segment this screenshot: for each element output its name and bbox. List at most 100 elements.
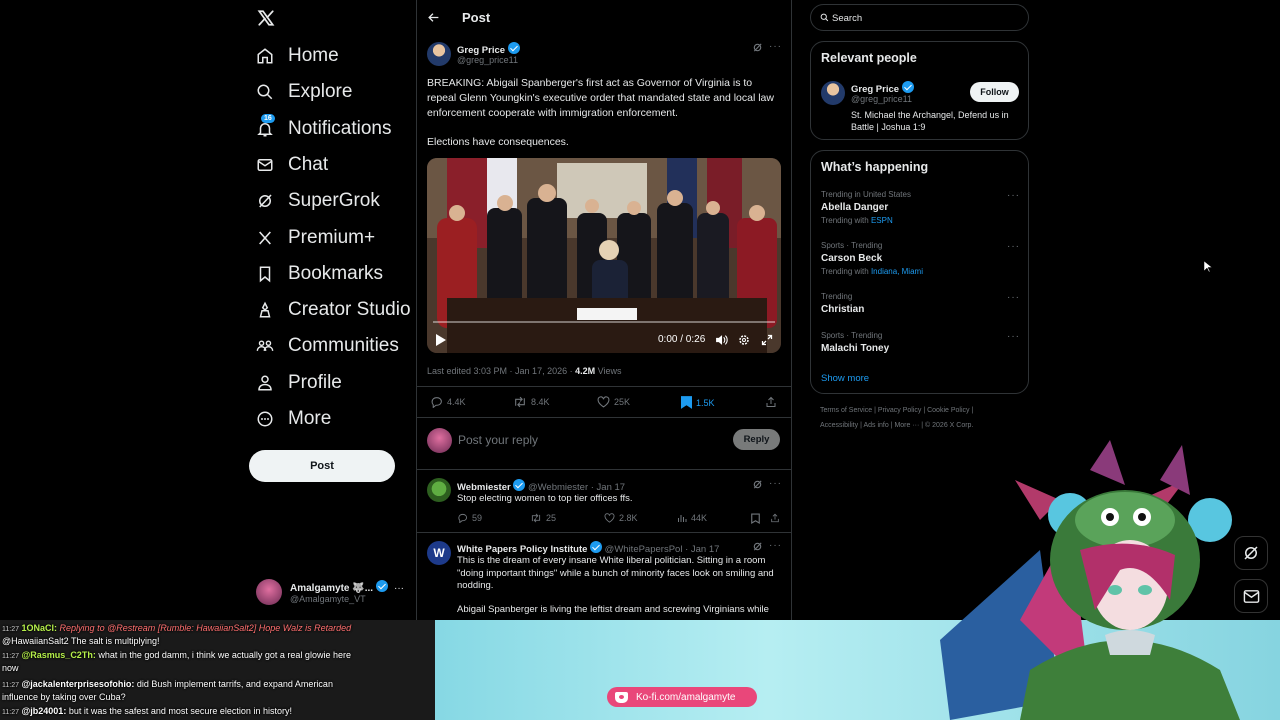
mail-icon — [1243, 589, 1260, 604]
sidebar-item-profile[interactable]: Profile — [256, 365, 342, 401]
search-input[interactable]: Search — [832, 13, 862, 24]
sidebar-item-creator-studio[interactable]: Creator Studio — [256, 292, 411, 328]
video-player[interactable]: 0:00 / 0:26 — [427, 158, 781, 353]
like-action[interactable]: 25K — [597, 396, 630, 408]
fullscreen-icon[interactable] — [761, 334, 773, 346]
sidebar-item-more[interactable]: More — [256, 401, 331, 437]
more-options-icon[interactable]: ··· — [769, 41, 782, 52]
sidebar-item-label: Premium+ — [288, 227, 376, 248]
play-icon[interactable] — [436, 334, 446, 346]
views-count: 44K — [691, 513, 708, 523]
heart-icon — [597, 396, 610, 408]
post-button[interactable]: Post — [249, 450, 395, 482]
grok-icon[interactable] — [752, 479, 763, 490]
volume-icon[interactable] — [715, 334, 728, 346]
like-action[interactable]: 2.8K — [604, 513, 638, 523]
chat-user: 1ONaCl: — [21, 623, 58, 633]
share-icon[interactable] — [770, 513, 780, 523]
sidebar-item-chat[interactable]: Chat — [256, 147, 328, 183]
sidebar-item-communities[interactable]: Communities — [256, 328, 399, 364]
avatar — [256, 579, 282, 605]
account-switcher[interactable]: Amalgamyte 🐺... @Amalgamyte_VT ··· — [256, 577, 406, 609]
trend-item[interactable]: Sports · Trending Malachi Toney — [821, 331, 1021, 354]
reply-action[interactable]: 4.4K — [430, 396, 466, 408]
more-options-icon[interactable]: ··· — [1007, 241, 1020, 252]
kofi-badge[interactable]: Ko-fi.com/amalgamyte — [607, 687, 757, 707]
reply-count: 4.4K — [447, 397, 466, 407]
reply-author[interactable]: Webmiester — [457, 482, 511, 493]
reply-text: This is the dream of every insane White … — [457, 555, 774, 591]
grok-icon[interactable] — [752, 541, 763, 552]
home-icon — [256, 47, 274, 65]
more-options-icon[interactable]: ··· — [769, 540, 782, 551]
more-options-icon[interactable]: ··· — [1007, 190, 1020, 201]
sidebar-item-home[interactable]: Home — [256, 38, 339, 74]
person-handle[interactable]: @greg_price11 — [851, 94, 912, 104]
views-label: Views — [595, 366, 622, 376]
grok-icon[interactable] — [752, 42, 763, 53]
sidebar-item-label: Notifications — [288, 118, 392, 139]
settings-gear-icon[interactable] — [738, 334, 750, 346]
repost-action[interactable]: 8.4K — [513, 396, 550, 408]
show-more-link[interactable]: Show more — [821, 373, 869, 384]
verified-icon — [507, 42, 520, 54]
person-avatar[interactable] — [821, 81, 845, 105]
video-progress-bar[interactable] — [433, 321, 775, 323]
sidebar-item-notifications[interactable]: 16 Notifications — [256, 111, 392, 147]
trend-sub: Trending with — [821, 267, 871, 276]
repost-count: 8.4K — [531, 397, 550, 407]
sidebar-item-premium[interactable]: Premium+ — [256, 220, 375, 256]
follow-button[interactable]: Follow — [970, 82, 1019, 102]
bell-icon: 16 — [256, 114, 275, 138]
verified-icon — [590, 541, 603, 553]
sidebar-item-supergrok[interactable]: SuperGrok — [256, 183, 380, 219]
messages-floating-button[interactable] — [1234, 579, 1268, 613]
trend-item[interactable]: Sports · Trending Carson Beck Trending w… — [821, 241, 1021, 276]
section-title: Relevant people — [821, 51, 917, 65]
more-options-icon[interactable]: ··· — [1007, 331, 1020, 342]
reply-input[interactable]: Post your reply — [458, 433, 538, 447]
footer-links[interactable]: Terms of Service | Privacy Policy | Cook… — [820, 407, 973, 414]
like-count: 2.8K — [619, 513, 638, 523]
grok-floating-button[interactable] — [1234, 536, 1268, 570]
trend-link[interactable]: Indiana, Miami — [871, 267, 923, 276]
reply-text: Stop electing women to top tier offices … — [457, 493, 633, 504]
reply-button[interactable]: Reply — [733, 429, 780, 450]
bookmark-action[interactable]: 1.5K — [681, 396, 715, 409]
author-handle[interactable]: @greg_price11 — [457, 55, 518, 65]
sidebar-item-bookmarks[interactable]: Bookmarks — [256, 256, 383, 292]
heart-icon — [604, 513, 615, 523]
reply-handle[interactable]: @WhitePapersPol · Jan 17 — [605, 544, 720, 555]
more-options-icon[interactable]: ··· — [769, 478, 782, 489]
trend-item[interactable]: Trending in United States Abella Danger … — [821, 190, 1021, 225]
chat-text: but it was the safest and most secure el… — [68, 706, 292, 716]
reply-avatar[interactable]: W — [427, 541, 451, 565]
reply-text-2: Abigail Spanberger is living the leftist… — [457, 604, 769, 615]
reply-handle[interactable]: @Webmiester · Jan 17 — [528, 482, 625, 493]
trend-item[interactable]: Trending Christian — [821, 292, 1021, 315]
search-box[interactable]: Search — [810, 4, 1029, 31]
my-avatar — [427, 428, 452, 453]
more-dots-icon[interactable]: ··· — [394, 583, 404, 594]
chat-text: what in the god damm, i think we actuall… — [98, 650, 351, 660]
sidebar-item-explore[interactable]: Explore — [256, 74, 352, 110]
account-name: Amalgamyte 🐺... — [290, 583, 374, 594]
chat-time: 11:27 — [2, 626, 19, 633]
search-icon — [820, 13, 829, 22]
video-time: 0:00 / 0:26 — [658, 334, 706, 345]
x-logo-icon[interactable] — [257, 9, 275, 27]
bookmark-icon[interactable] — [751, 513, 760, 524]
repost-action[interactable]: 25 — [530, 513, 556, 523]
trend-link[interactable]: ESPN — [871, 216, 893, 225]
search-icon — [256, 83, 274, 101]
reply-avatar[interactable] — [427, 478, 451, 502]
reply-author[interactable]: White Papers Policy Institute — [457, 544, 587, 555]
author-avatar[interactable] — [427, 42, 451, 66]
views-action[interactable]: 44K — [677, 513, 707, 523]
back-arrow-icon[interactable] — [427, 11, 440, 24]
trend-title: Carson Beck — [821, 253, 883, 264]
more-options-icon[interactable]: ··· — [1007, 292, 1020, 303]
share-icon[interactable] — [765, 396, 777, 408]
footer-links-2[interactable]: Accessibility | Ads info | More ··· | © … — [820, 422, 973, 429]
reply-action[interactable]: 59 — [457, 513, 482, 523]
